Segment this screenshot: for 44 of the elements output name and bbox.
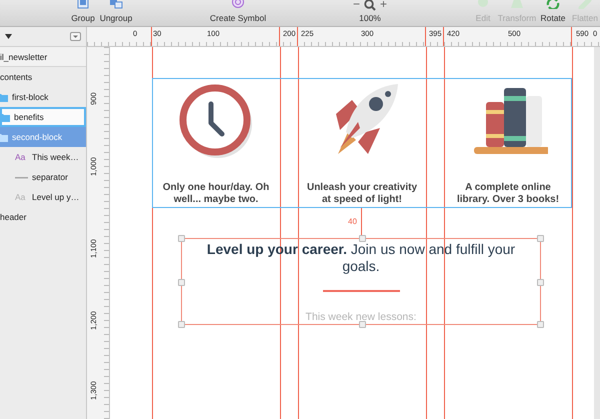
folder-icon	[0, 112, 10, 122]
layer-item[interactable]: benefits	[0, 107, 86, 127]
layer-item[interactable]: Aa Level up y…	[0, 187, 86, 207]
layer-item[interactable]: contents	[0, 67, 86, 87]
resize-handle[interactable]	[537, 235, 544, 242]
subheading-text: This week new lessons:	[306, 311, 416, 323]
line-icon	[15, 176, 28, 178]
layer-item[interactable]: Aa This week…	[0, 147, 86, 167]
spacing-label: 40	[348, 217, 357, 226]
resize-handle[interactable]	[537, 279, 544, 286]
text-layer-icon: Aa	[15, 192, 28, 202]
benefit-text: A complete online library. Over 3 books!	[456, 182, 560, 206]
flatten-icon	[578, 0, 592, 9]
resize-handle[interactable]	[359, 235, 366, 242]
resize-handle[interactable]	[537, 321, 544, 328]
triangle-icon	[510, 0, 524, 9]
benefit-text: Only one hour/day. Oh well... maybe two.	[162, 182, 270, 206]
symbol-icon	[232, 0, 244, 9]
folder-icon	[0, 132, 8, 142]
rotate-icon	[546, 0, 560, 9]
spacing-line	[361, 208, 362, 238]
resize-handle[interactable]	[178, 321, 185, 328]
folder-icon	[0, 92, 8, 102]
text-layer-icon: Aa	[15, 152, 28, 162]
symbol-button[interactable]: Create Symbol	[206, 0, 270, 26]
ungroup-button[interactable]: Ungroup	[98, 0, 134, 26]
ungroup-icon	[109, 0, 123, 9]
group-icon	[77, 0, 89, 9]
resize-handle[interactable]	[359, 321, 366, 328]
dropdown-icon[interactable]	[70, 32, 81, 41]
rotate-button[interactable]: Rotate	[538, 0, 568, 26]
benefit-text: Unleash your creativity at speed of light!	[306, 182, 418, 206]
search-icon	[364, 0, 376, 11]
zoom-out-button[interactable]: −	[352, 0, 360, 9]
layer-item[interactable]: il_newsletter	[0, 47, 86, 67]
layer-item[interactable]: first-block	[0, 87, 86, 107]
group-button[interactable]: Group	[68, 0, 98, 26]
resize-handle[interactable]	[178, 235, 185, 242]
layer-item[interactable]: separator	[0, 167, 86, 187]
zoom-in-button[interactable]: +	[380, 0, 388, 9]
resize-handle[interactable]	[178, 279, 185, 286]
caret-icon[interactable]	[5, 34, 12, 39]
zoom-button[interactable]: − + 100%	[350, 0, 390, 26]
layer-item[interactable]: header	[0, 207, 86, 227]
